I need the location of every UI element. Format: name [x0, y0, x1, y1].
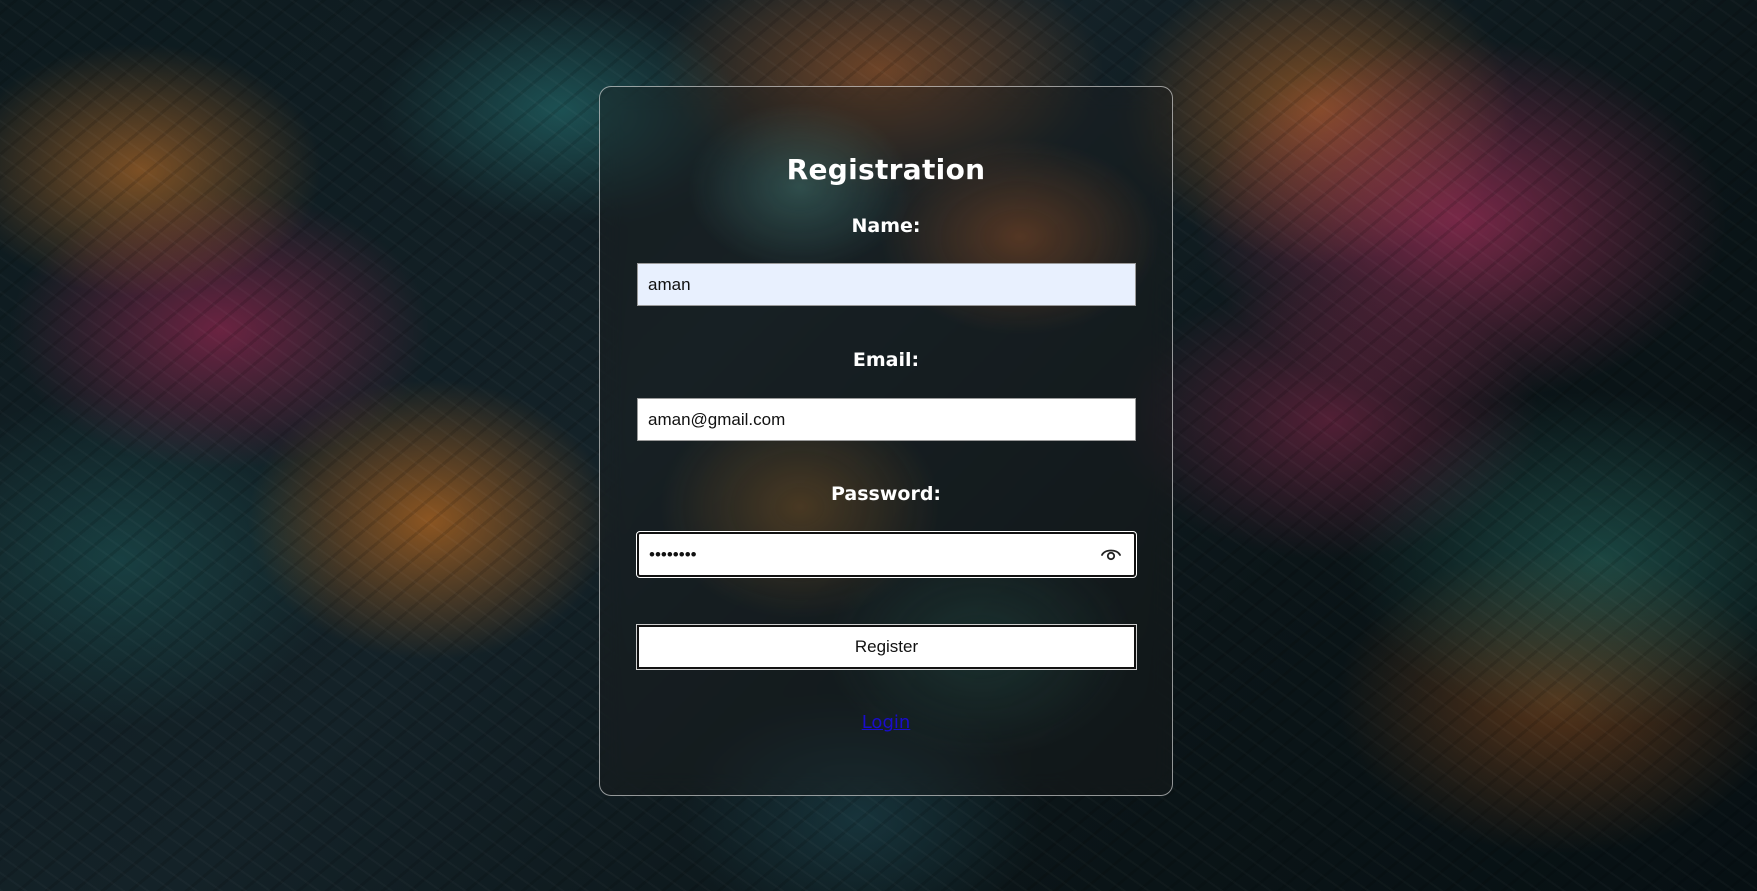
password-label: Password:	[830, 483, 942, 505]
name-input[interactable]	[637, 263, 1136, 306]
registration-card: Registration Name: Email: Password: Regi…	[599, 86, 1173, 796]
login-link[interactable]: Login	[862, 712, 911, 733]
email-input[interactable]	[637, 398, 1136, 441]
register-button[interactable]: Register	[636, 624, 1137, 670]
name-label: Name:	[851, 215, 921, 237]
form-title: Registration	[786, 153, 986, 186]
email-label: Email:	[852, 349, 920, 371]
password-input[interactable]	[639, 534, 1079, 575]
eye-icon[interactable]	[1100, 545, 1122, 563]
login-link-row: Login	[600, 712, 1172, 733]
password-field[interactable]	[636, 531, 1137, 578]
